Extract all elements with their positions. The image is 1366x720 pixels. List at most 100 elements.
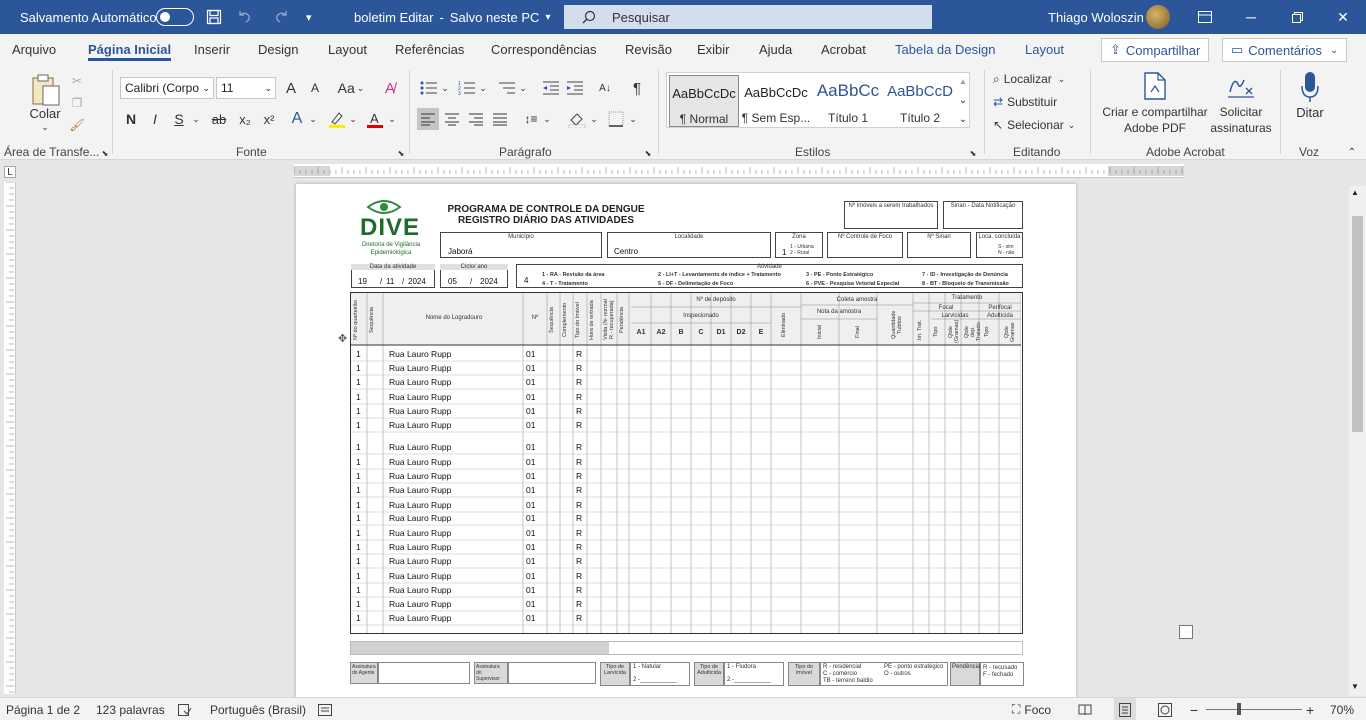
- supervisor-signature[interactable]: [508, 662, 596, 684]
- table-row[interactable]: 1 Rua Lauro Rupp 01 R: [351, 585, 1023, 597]
- bold-button[interactable]: N: [122, 108, 140, 130]
- table-row[interactable]: 1 Rua Lauro Rupp 01 R: [351, 599, 1023, 611]
- tab-arquivo[interactable]: Arquivo: [12, 34, 56, 64]
- tipo-imovel-cell[interactable]: R: [576, 571, 582, 581]
- scroll-up-icon[interactable]: ▲: [1351, 188, 1359, 197]
- dialog-launcher-icon[interactable]: ⬊: [396, 148, 406, 158]
- table-row[interactable]: 1 Rua Lauro Rupp 01 R: [351, 485, 1023, 497]
- chevron-down-icon[interactable]: ⌄: [190, 108, 202, 130]
- zoom-level[interactable]: 70%: [1330, 698, 1354, 720]
- page-count[interactable]: Página 1 de 2: [6, 698, 80, 720]
- zoom-in-icon[interactable]: +: [1306, 698, 1314, 720]
- numero-cell[interactable]: 01: [526, 613, 535, 623]
- focus-button[interactable]: ⛶ Foco: [1012, 698, 1051, 720]
- table-row[interactable]: 1 Rua Lauro Rupp 01 R: [351, 442, 1023, 454]
- quarteirao-cell[interactable]: 1: [356, 457, 361, 467]
- tab-tabela-design[interactable]: Tabela da Design: [895, 34, 995, 64]
- numero-cell[interactable]: 01: [526, 377, 535, 387]
- accessibility-icon[interactable]: [318, 698, 332, 720]
- replace-button[interactable]: ⇄ Substituir: [993, 93, 1083, 111]
- chevron-down-icon[interactable]: ⌄: [386, 108, 398, 130]
- table-row[interactable]: 1 Rua Lauro Rupp 01 R: [351, 542, 1023, 554]
- table-row[interactable]: 1 Rua Lauro Rupp 01 R: [351, 349, 1023, 361]
- logradouro-cell[interactable]: Rua Lauro Rupp: [389, 613, 451, 623]
- table-row[interactable]: 1 Rua Lauro Rupp 01 R: [351, 377, 1023, 389]
- quarteirao-cell[interactable]: 1: [356, 585, 361, 595]
- table-row[interactable]: 1 Rua Lauro Rupp 01 R: [351, 556, 1023, 568]
- style-sem-espacamento[interactable]: AaBbCcDc ¶ Sem Esp...: [741, 75, 811, 127]
- numero-cell[interactable]: 01: [526, 406, 535, 416]
- avatar[interactable]: [1146, 5, 1170, 29]
- table-row[interactable]: 1 Rua Lauro Rupp 01 R: [351, 406, 1023, 418]
- text-effects-icon[interactable]: A: [288, 108, 306, 130]
- line-spacing-icon[interactable]: ↕≡: [520, 108, 542, 130]
- numero-cell[interactable]: 01: [526, 392, 535, 402]
- numero-cell[interactable]: 01: [526, 599, 535, 609]
- logradouro-cell[interactable]: Rua Lauro Rupp: [389, 500, 451, 510]
- underline-button[interactable]: S: [170, 108, 188, 130]
- quarteirao-cell[interactable]: 1: [356, 500, 361, 510]
- logradouro-cell[interactable]: Rua Lauro Rupp: [389, 485, 451, 495]
- tab-tabela-layout[interactable]: Layout: [1025, 34, 1064, 64]
- vertical-scrollbar[interactable]: ▲ ▼: [1349, 186, 1366, 696]
- numero-cell[interactable]: 01: [526, 363, 535, 373]
- font-name-dropdown[interactable]: Calibri (Corpo ⌄: [120, 77, 214, 99]
- pdf-icon[interactable]: [1140, 70, 1170, 102]
- logradouro-cell[interactable]: Rua Lauro Rupp: [389, 392, 451, 402]
- municipio-value[interactable]: Jaborá: [448, 247, 472, 256]
- quarteirao-cell[interactable]: 1: [356, 613, 361, 623]
- tab-selector-icon[interactable]: L: [4, 166, 16, 178]
- bullets-icon[interactable]: [418, 77, 440, 99]
- tipo-imovel-cell[interactable]: R: [576, 406, 582, 416]
- tab-ajuda[interactable]: Ajuda: [759, 34, 792, 64]
- chevron-up-icon[interactable]: ▲: [956, 72, 970, 90]
- user-name[interactable]: Thiago Woloszin: [1048, 0, 1144, 34]
- numero-cell[interactable]: 01: [526, 556, 535, 566]
- quarteirao-cell[interactable]: 1: [356, 406, 361, 416]
- tab-layout[interactable]: Layout: [328, 34, 367, 64]
- style-normal[interactable]: AaBbCcDc ¶ Normal: [669, 75, 739, 127]
- scrollbar-thumb[interactable]: [1352, 216, 1363, 432]
- logradouro-cell[interactable]: Rua Lauro Rupp: [389, 442, 451, 452]
- tipo-imovel-cell[interactable]: R: [576, 613, 582, 623]
- resize-handle[interactable]: [1179, 625, 1193, 639]
- tab-pagina-inicial[interactable]: Página Inicial: [88, 34, 172, 64]
- numero-cell[interactable]: 01: [526, 420, 535, 430]
- autosave-toggle[interactable]: [156, 0, 194, 34]
- table-row[interactable]: 1 Rua Lauro Rupp 01 R: [351, 513, 1023, 525]
- quarteirao-cell[interactable]: 1: [356, 513, 361, 523]
- tab-correspondencias[interactable]: Correspondências: [491, 34, 597, 64]
- superscript-button[interactable]: x²: [258, 108, 280, 130]
- numero-cell[interactable]: 01: [526, 471, 535, 481]
- logradouro-cell[interactable]: Rua Lauro Rupp: [389, 542, 451, 552]
- shrink-font-icon[interactable]: A: [305, 77, 325, 99]
- redo-icon[interactable]: [274, 0, 290, 34]
- tipo-imovel-cell[interactable]: R: [576, 363, 582, 373]
- logradouro-cell[interactable]: Rua Lauro Rupp: [389, 585, 451, 595]
- highlight-icon[interactable]: [326, 108, 348, 130]
- strikethrough-button[interactable]: ab: [208, 108, 230, 130]
- show-marks-icon[interactable]: ¶: [626, 77, 648, 99]
- logradouro-cell[interactable]: Rua Lauro Rupp: [389, 377, 451, 387]
- chevron-down-icon[interactable]: ⌄: [518, 77, 528, 99]
- logradouro-cell[interactable]: Rua Lauro Rupp: [389, 528, 451, 538]
- font-size-dropdown[interactable]: 11 ⌄: [216, 77, 276, 99]
- numero-cell[interactable]: 01: [526, 585, 535, 595]
- zoom-out-icon[interactable]: −: [1190, 698, 1198, 720]
- more-styles-icon[interactable]: ⌄: [956, 110, 970, 128]
- zona-value[interactable]: 1: [782, 248, 786, 257]
- quarteirao-cell[interactable]: 1: [356, 542, 361, 552]
- logradouro-cell[interactable]: Rua Lauro Rupp: [389, 406, 451, 416]
- paste-button[interactable]: Colar: [20, 104, 70, 122]
- dictate-button[interactable]: Ditar: [1290, 104, 1330, 120]
- create-pdf-label[interactable]: Criar e compartilhar: [1098, 104, 1212, 120]
- select-button[interactable]: ↖ Selecionar ⌄: [993, 116, 1083, 134]
- chevron-down-icon[interactable]: ⌄: [628, 108, 638, 130]
- tipo-imovel-cell[interactable]: R: [576, 457, 582, 467]
- atividade-value[interactable]: 4: [524, 276, 528, 285]
- italic-button[interactable]: I: [146, 108, 164, 130]
- table-row[interactable]: 1 Rua Lauro Rupp 01 R: [351, 528, 1023, 540]
- data-year[interactable]: 2024: [408, 277, 426, 286]
- table-row[interactable]: 1 Rua Lauro Rupp 01 R: [351, 457, 1023, 469]
- tipo-imovel-cell[interactable]: R: [576, 599, 582, 609]
